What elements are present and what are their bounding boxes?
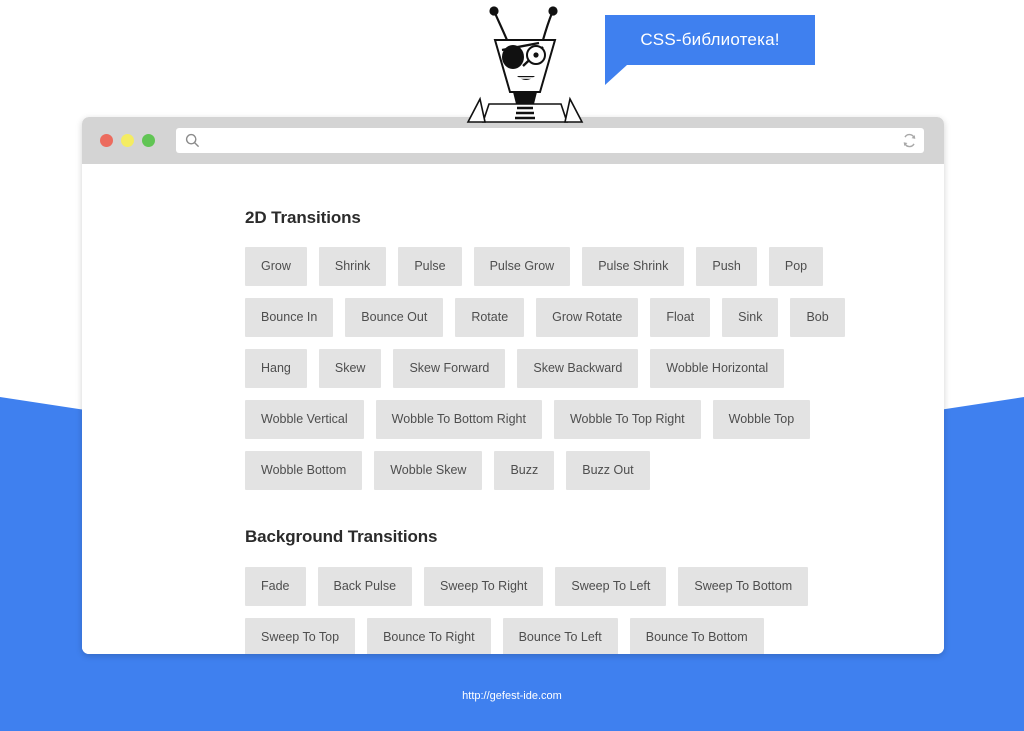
transition-button[interactable]: Sweep To Right	[424, 567, 544, 606]
reload-icon[interactable]	[902, 133, 917, 148]
transition-button[interactable]: Wobble To Bottom Right	[375, 400, 542, 439]
transition-button[interactable]: Grow Rotate	[536, 298, 639, 337]
transition-button[interactable]: Wobble Vertical	[245, 400, 364, 439]
button-row: Bounce In Bounce Out Rotate Grow Rotate …	[245, 298, 944, 337]
transition-button[interactable]: Shrink	[318, 247, 387, 286]
button-row: Grow Shrink Pulse Pulse Grow Pulse Shrin…	[245, 247, 944, 286]
transition-button[interactable]: Hang	[245, 349, 307, 388]
transition-button[interactable]: Sweep To Top	[245, 618, 356, 654]
transition-button[interactable]: Pulse Grow	[473, 247, 571, 286]
transition-button[interactable]: Pulse	[398, 247, 462, 286]
speech-bubble-tail	[605, 65, 627, 85]
transition-button[interactable]: Pop	[768, 247, 824, 286]
page-content: 2D Transitions Grow Shrink Pulse Pulse G…	[82, 164, 944, 654]
browser-window: 2D Transitions Grow Shrink Pulse Pulse G…	[82, 117, 944, 654]
speech-bubble: CSS-библиотека!	[605, 15, 815, 65]
button-row: Wobble Vertical Wobble To Bottom Right W…	[245, 400, 944, 439]
button-row: Hang Skew Skew Forward Skew Backward Wob…	[245, 349, 944, 388]
transition-button[interactable]: Skew	[318, 349, 382, 388]
transition-button[interactable]: Skew Forward	[393, 349, 506, 388]
transition-button[interactable]: Wobble To Top Right	[553, 400, 701, 439]
button-row: Sweep To Top Bounce To Right Bounce To L…	[245, 618, 944, 654]
window-controls	[100, 134, 155, 147]
transition-button[interactable]: Buzz	[494, 451, 555, 490]
transition-button[interactable]: Sink	[722, 298, 779, 337]
transition-button[interactable]: Bounce In	[245, 298, 334, 337]
robot-mascot-icon	[466, 6, 584, 123]
search-icon	[185, 133, 200, 148]
transition-button[interactable]: Float	[650, 298, 711, 337]
speech-bubble-text: CSS-библиотека!	[640, 30, 780, 49]
section-title: 2D Transitions	[245, 208, 361, 227]
transition-button[interactable]: Bounce To Left	[502, 618, 618, 654]
transition-button[interactable]: Sweep To Left	[555, 567, 667, 606]
close-button[interactable]	[100, 134, 113, 147]
address-bar[interactable]	[176, 128, 924, 153]
transition-button[interactable]: Bob	[790, 298, 845, 337]
transition-button[interactable]: Wobble Top	[712, 400, 811, 439]
transition-button[interactable]: Wobble Horizontal	[650, 349, 785, 388]
transition-button[interactable]: Wobble Bottom	[245, 451, 363, 490]
section-background-transitions: Background Transitions Fade Back Pulse S…	[245, 527, 944, 654]
button-row: Fade Back Pulse Sweep To Right Sweep To …	[245, 567, 944, 606]
transition-button[interactable]: Bounce Out	[345, 298, 444, 337]
transition-button[interactable]: Sweep To Bottom	[678, 567, 809, 606]
minimize-button[interactable]	[121, 134, 134, 147]
section-2d-transitions: 2D Transitions Grow Shrink Pulse Pulse G…	[245, 208, 944, 490]
button-row: Wobble Bottom Wobble Skew Buzz Buzz Out	[245, 451, 944, 490]
transition-button[interactable]: Fade	[245, 567, 306, 606]
transition-button[interactable]: Bounce To Right	[367, 618, 491, 654]
transition-button[interactable]: Push	[696, 247, 757, 286]
transition-button[interactable]: Skew Backward	[517, 349, 639, 388]
transition-button[interactable]: Pulse Shrink	[582, 247, 685, 286]
transition-button[interactable]: Buzz Out	[566, 451, 650, 490]
transition-button[interactable]: Wobble Skew	[374, 451, 483, 490]
transition-button[interactable]: Back Pulse	[317, 567, 413, 606]
maximize-button[interactable]	[142, 134, 155, 147]
transition-button[interactable]: Bounce To Bottom	[629, 618, 764, 654]
transition-button[interactable]: Rotate	[455, 298, 525, 337]
section-title: Background Transitions	[245, 527, 438, 546]
footer-url[interactable]: http://gefest-ide.com	[0, 690, 1024, 702]
search-input[interactable]	[200, 133, 902, 148]
transition-button[interactable]: Grow	[245, 247, 307, 286]
